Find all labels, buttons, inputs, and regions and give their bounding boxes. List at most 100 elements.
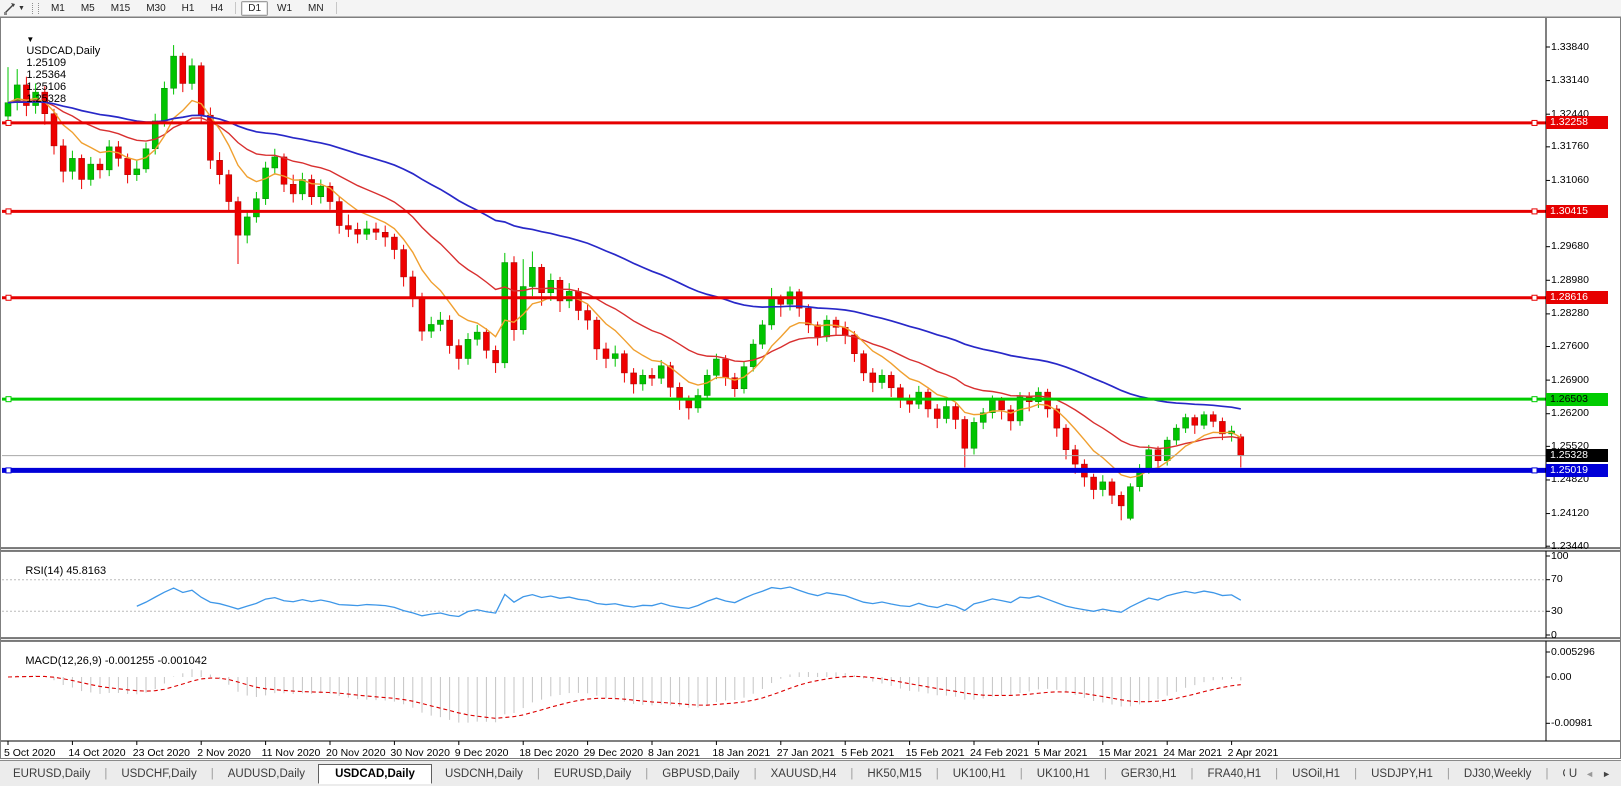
candle-body (547, 280, 555, 294)
candle-body (657, 365, 665, 379)
level-line-handle[interactable] (5, 294, 12, 301)
candle-body (262, 167, 269, 199)
level-line-handle[interactable] (5, 467, 12, 474)
timeframe-button-H1[interactable]: H1 (175, 1, 202, 16)
candle-body (1062, 427, 1070, 450)
date-axis-label: 30 Nov 2020 (390, 747, 450, 759)
chart-tab-8-HK50-M15[interactable]: HK50,M15 (854, 765, 934, 783)
chart-tab-1-USDCHF-Daily[interactable]: USDCHF,Daily (108, 765, 209, 783)
price-axis-tick-label: 1.31760 (1551, 140, 1589, 153)
candle-body (869, 372, 877, 383)
ohlc-high: 1.25364 (26, 69, 67, 81)
timeframe-button-D1[interactable]: D1 (241, 0, 269, 16)
candle-body (768, 298, 775, 326)
chart-tab-0-EURUSD-Daily[interactable]: EURUSD,Daily (0, 765, 103, 783)
rsi-value: 45.8163 (66, 565, 107, 577)
candle-body (759, 324, 766, 345)
level-line-handle[interactable] (5, 119, 12, 126)
tab-scroll-left-icon[interactable]: ◄ (1581, 769, 1598, 779)
date-axis-label: 5 Oct 2020 (4, 747, 56, 759)
level-line-handle[interactable] (1531, 467, 1538, 474)
chart-tab-14-USDJPY-H1[interactable]: USDJPY,H1 (1358, 765, 1446, 783)
candle-body (1127, 486, 1134, 519)
level-line-handle[interactable] (1531, 119, 1538, 126)
candle-body (970, 422, 978, 449)
candle-body (860, 353, 867, 374)
price-axis-tick-label: 1.27600 (1551, 340, 1589, 353)
level-line-handle[interactable] (5, 396, 12, 403)
candle-body (372, 228, 380, 233)
chart-tab-6-GBPUSD-Daily[interactable]: GBPUSD,Daily (649, 765, 752, 783)
timeframe-button-M30[interactable]: M30 (139, 1, 172, 16)
ohlc-low: 1.25106 (26, 81, 67, 93)
timeframe-button-M1[interactable]: M1 (44, 1, 72, 16)
ohlc-close: 1.25328 (26, 93, 67, 105)
timeframe-button-M5[interactable]: M5 (74, 1, 102, 16)
candle-body (188, 65, 196, 84)
timeframe-button-W1[interactable]: W1 (270, 1, 299, 16)
chart-tab-3-USDCAD-Daily[interactable]: USDCAD,Daily (318, 764, 432, 784)
price-chart-canvas[interactable] (0, 17, 1621, 759)
candle-body (1200, 414, 1208, 426)
ma-line-medium (7, 99, 1241, 450)
level-line-handle[interactable] (5, 208, 12, 215)
date-axis-label: 18 Jan 2021 (712, 747, 771, 759)
date-axis-label: 24 Feb 2021 (970, 747, 1029, 759)
level-price-badge: 1.28616 (1546, 291, 1608, 305)
candle-body (887, 375, 895, 389)
macd-axis-tick-label: -0.00981 (1551, 716, 1593, 729)
chart-tab-11-GER30-H1[interactable]: GER30,H1 (1108, 765, 1190, 783)
symbol-dropdown-icon[interactable]: ▼ (26, 35, 34, 44)
chart-tab-15-DJ30-Weekly[interactable]: DJ30,Weekly (1451, 765, 1545, 783)
candle-body (630, 372, 637, 385)
candle-body (170, 55, 177, 89)
candle-body (151, 120, 159, 150)
date-axis-label: 18 Dec 2020 (519, 747, 579, 759)
candle-body (391, 236, 398, 250)
date-axis-label: 8 Jan 2021 (648, 747, 700, 759)
level-line-handle[interactable] (1531, 294, 1538, 301)
candle-body (1090, 476, 1097, 490)
macd-axis-tick-label: 0.00 (1551, 670, 1572, 683)
chart-tab-16-CHINA300-H1[interactable]: CHINA300,H1 (1549, 765, 1564, 783)
chart-tab-7-XAUUSD-H4[interactable]: XAUUSD,H4 (758, 765, 850, 783)
candle-body (78, 158, 85, 180)
price-axis-tick-label: 1.33840 (1551, 40, 1589, 53)
toolbar-separator (335, 2, 337, 14)
timeframe-button-H4[interactable]: H4 (203, 1, 230, 16)
candle-body (50, 113, 58, 147)
tool-dropdown-icon[interactable]: ▼ (18, 5, 25, 12)
candle-body (519, 286, 527, 330)
timeframe-button-M15[interactable]: M15 (104, 1, 137, 16)
candle-body (722, 358, 729, 378)
candle-body (446, 319, 453, 346)
ohlc-open: 1.25109 (26, 57, 67, 69)
candle-body (69, 158, 76, 172)
date-axis-label: 24 Mar 2021 (1163, 747, 1223, 759)
chart-tab-5-EURUSD-Daily[interactable]: EURUSD,Daily (541, 765, 644, 783)
chart-tab-4-USDCNH-Daily[interactable]: USDCNH,Daily (432, 765, 536, 783)
chart-tab-9-UK100-H1[interactable]: UK100,H1 (940, 765, 1019, 783)
candle-body (713, 358, 720, 376)
tab-scroll-right-icon[interactable]: ► (1598, 769, 1615, 779)
candle-body (1182, 417, 1189, 429)
chart-tab-overflow[interactable]: U (1565, 765, 1581, 783)
chart-tab-12-FRA40-H1[interactable]: FRA40,H1 (1194, 765, 1274, 783)
candle-body (1117, 495, 1125, 507)
chart-tab-13-USOil-H1[interactable]: USOil,H1 (1279, 765, 1353, 783)
candle-body (492, 350, 499, 364)
cursor-tool-icon[interactable] (0, 1, 18, 15)
date-axis-label: 20 Nov 2020 (326, 747, 386, 759)
chart-tab-2-AUDUSD-Daily[interactable]: AUDUSD,Daily (215, 765, 318, 783)
level-line-handle[interactable] (1531, 208, 1538, 215)
candle-body (648, 375, 656, 379)
date-axis-label: 5 Feb 2021 (841, 747, 895, 759)
toolbar-grip[interactable] (31, 2, 39, 14)
candle-body (317, 185, 325, 198)
level-line-handle[interactable] (1531, 396, 1538, 403)
candle-body (1099, 481, 1107, 490)
chart-tab-10-UK100-H1[interactable]: UK100,H1 (1024, 765, 1103, 783)
chart-window[interactable]: ▼ USDCAD,Daily 1.25109 1.25364 1.25106 1… (0, 17, 1621, 759)
candle-body (409, 276, 417, 298)
timeframe-button-MN[interactable]: MN (301, 1, 331, 16)
